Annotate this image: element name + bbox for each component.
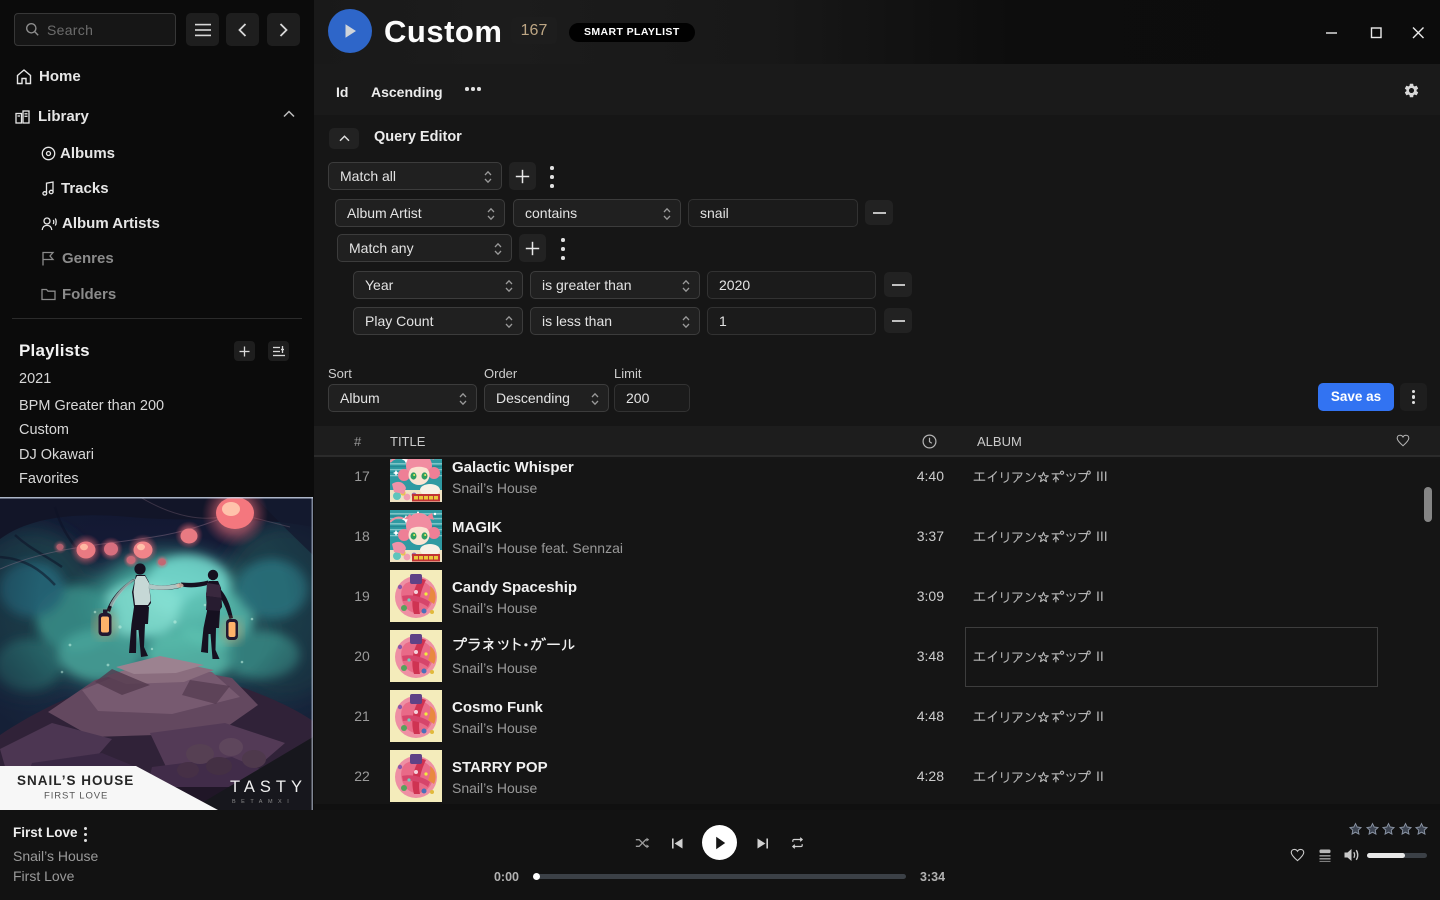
svg-text:TASTY: TASTY xyxy=(230,778,307,796)
svg-text:SNAIL’S HOUSE: SNAIL’S HOUSE xyxy=(17,773,134,788)
svg-text:BETAMXI: BETAMXI xyxy=(232,799,294,805)
svg-text:FIRST LOVE: FIRST LOVE xyxy=(44,791,108,802)
